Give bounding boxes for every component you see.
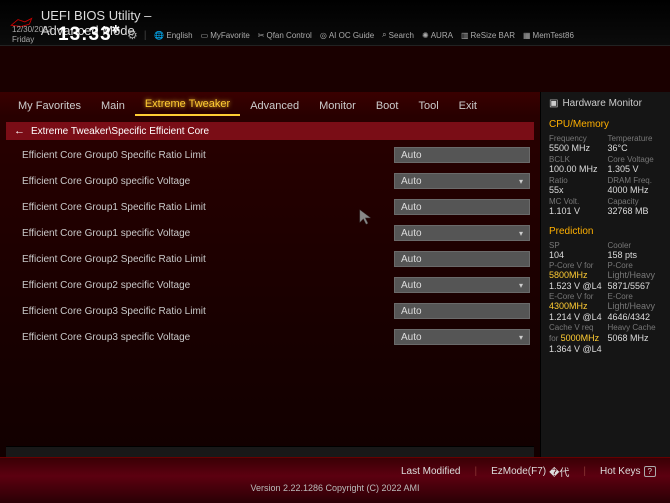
setting-row: Efficient Core Group2 Specific Ratio Lim… [22,250,530,268]
hw-cell: SP104 [549,241,604,260]
tab-tool[interactable]: Tool [408,96,448,116]
hotkeys-button[interactable]: Hot Keys? [600,466,656,477]
setting-row: Efficient Core Group0 Specific Ratio Lim… [22,146,530,164]
setting-row: Efficient Core Group3 specific VoltageAu… [22,328,530,346]
settings-icon[interactable]: ⚙ [127,28,138,42]
setting-input[interactable]: Auto [394,199,530,215]
clock: 13:33✲ [58,24,121,46]
aura-button[interactable]: ✺AURA [420,30,455,41]
hw-cell: DRAM Freq.4000 MHz [608,176,663,195]
language-button[interactable]: 🌐English [152,30,194,41]
setting-row: Efficient Core Group0 specific VoltageAu… [22,172,530,190]
setting-label: Efficient Core Group2 Specific Ratio Lim… [22,254,394,265]
hw-cell: 5068 MHz [608,333,663,343]
setting-row: Efficient Core Group1 Specific Ratio Lim… [22,198,530,216]
main-tabs: My FavoritesMainExtreme TweakerAdvancedM… [0,92,540,116]
hw-cell: Cache V req [549,323,604,332]
tab-extreme-tweaker[interactable]: Extreme Tweaker [135,94,240,116]
hw-cell: Ratio55x [549,176,604,195]
setting-label: Efficient Core Group0 Specific Ratio Lim… [22,150,394,161]
hw-cell: 1.214 V @L4 [549,312,604,322]
hw-cell: MC Volt.1.101 V [549,197,604,216]
setting-label: Efficient Core Group3 Specific Ratio Lim… [22,306,394,317]
hw-cell: 1.364 V @L4 [549,344,604,354]
hw-cell: Capacity32768 MB [608,197,663,216]
hw-cell: 5871/5567 [608,281,663,291]
date-block: 12/30/2022 Friday [12,25,52,44]
setting-label: Efficient Core Group1 specific Voltage [22,228,394,239]
setting-dropdown[interactable]: Auto [394,173,530,189]
setting-dropdown[interactable]: Auto [394,277,530,293]
hw-cell: Frequency5500 MHz [549,134,604,153]
hw-cell: P-Core V for5800MHz [549,261,604,280]
hw-cell: Heavy Cache [608,323,663,332]
hw-section-prediction: Prediction [549,226,662,237]
last-modified-button[interactable]: Last Modified [401,466,460,477]
search-button[interactable]: ⌕Search [380,29,416,41]
hw-cell [608,344,663,354]
hw-cell: Core Voltage1.305 V [608,155,663,174]
setting-row: Efficient Core Group3 Specific Ratio Lim… [22,302,530,320]
hw-cell: for 5000MHz [549,333,604,343]
setting-input[interactable]: Auto [394,251,530,267]
resizebar-button[interactable]: ▥ReSize BAR [459,30,517,41]
ezmode-button[interactable]: EzMode(F7)�代 [491,464,569,479]
breadcrumb[interactable]: ← Extreme Tweaker\Specific Efficient Cor… [6,122,534,140]
hw-cell: 4646/4342 [608,312,663,322]
tab-boot[interactable]: Boot [366,96,409,116]
qfan-button[interactable]: ✂Qfan Control [256,30,314,41]
tab-advanced[interactable]: Advanced [240,96,309,116]
tab-exit[interactable]: Exit [449,96,487,116]
memtest-button[interactable]: ▦MemTest86 [521,30,576,41]
hw-section-cpu: CPU/Memory [549,119,662,130]
version-text: Version 2.22.1286 Copyright (C) 2022 AMI [0,481,670,493]
back-arrow-icon[interactable]: ← [14,125,25,137]
myfavorite-button[interactable]: ▭MyFavorite [199,30,252,41]
hw-cell: P-CoreLight/Heavy [608,261,663,280]
hw-cell: Cooler158 pts [608,241,663,260]
hw-cell: E-CoreLight/Heavy [608,292,663,311]
setting-label: Efficient Core Group2 specific Voltage [22,280,394,291]
hw-cell: BCLK100.00 MHz [549,155,604,174]
setting-label: Efficient Core Group0 specific Voltage [22,176,394,187]
tab-main[interactable]: Main [91,96,135,116]
setting-dropdown[interactable]: Auto [394,329,530,345]
tab-my-favorites[interactable]: My Favorites [8,96,91,116]
hardware-monitor-panel: ▣Hardware Monitor CPU/Memory Frequency55… [540,92,670,492]
setting-row: Efficient Core Group2 specific VoltageAu… [22,276,530,294]
setting-input[interactable]: Auto [394,303,530,319]
monitor-icon: ▣ [549,98,558,109]
setting-row: Efficient Core Group1 specific VoltageAu… [22,224,530,242]
setting-input[interactable]: Auto [394,147,530,163]
hw-cell: E-Core V for4300MHz [549,292,604,311]
setting-dropdown[interactable]: Auto [394,225,530,241]
hw-cell: Temperature36°C [608,134,663,153]
aioc-button[interactable]: ◎AI OC Guide [318,30,376,41]
tab-monitor[interactable]: Monitor [309,96,366,116]
setting-label: Efficient Core Group3 specific Voltage [22,332,394,343]
setting-label: Efficient Core Group1 Specific Ratio Lim… [22,202,394,213]
hw-cell: 1.523 V @L4 [549,281,604,291]
footer-bar: Last Modified | EzMode(F7)�代 | Hot Keys?… [0,457,670,503]
